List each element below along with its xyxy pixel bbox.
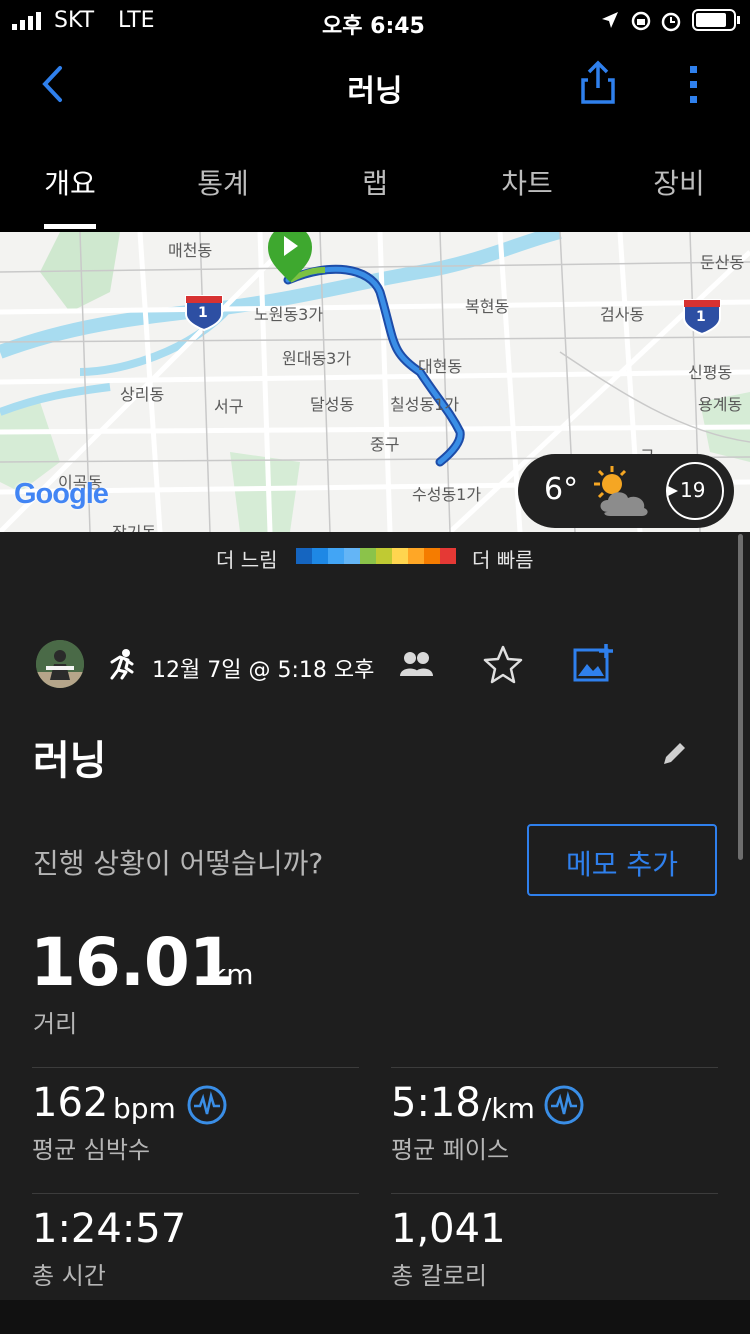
pace-color-scale bbox=[296, 548, 456, 564]
add-memo-label: 메모 추가 bbox=[566, 848, 678, 881]
map-label: 노원동3가 bbox=[254, 305, 324, 324]
heart-rate-label: 평균 심박수 bbox=[32, 1136, 151, 1164]
map-label: 중구 bbox=[370, 435, 400, 454]
pace-color-swatch bbox=[424, 548, 440, 564]
more-button[interactable] bbox=[684, 64, 704, 106]
tab-stats[interactable]: 통계 bbox=[148, 162, 298, 202]
orientation-lock-icon bbox=[630, 10, 652, 36]
pace-label: 평균 페이스 bbox=[391, 1136, 510, 1164]
clock: 오후 6:45 bbox=[322, 14, 425, 39]
bottom-bar bbox=[0, 1300, 750, 1334]
temperature: 6° bbox=[544, 472, 579, 507]
map-label: 원대동3가 bbox=[282, 349, 352, 368]
pace-color-swatch bbox=[360, 548, 376, 564]
map-label: 복현동 bbox=[465, 297, 510, 316]
calories-label: 총 칼로리 bbox=[391, 1262, 487, 1290]
map-label: 둔산동 bbox=[700, 253, 745, 272]
total-time-label: 총 시간 bbox=[32, 1262, 106, 1290]
pace-color-swatch bbox=[296, 548, 312, 564]
highway-number: 1 bbox=[198, 305, 208, 321]
pace-value: 5:18 bbox=[391, 1080, 481, 1126]
friends-button[interactable] bbox=[398, 648, 434, 684]
scroll-indicator[interactable] bbox=[738, 534, 743, 860]
tab-bar: 개요 통계 랩 차트 장비 bbox=[0, 132, 750, 232]
signal-icon bbox=[12, 12, 48, 34]
add-memo-button[interactable]: 메모 추가 bbox=[527, 824, 717, 896]
activity-date: 12월 7일 @ 5:18 오후 bbox=[152, 658, 375, 683]
divider bbox=[391, 1193, 718, 1194]
map-label: 수성동1가 bbox=[412, 485, 482, 504]
tab-gear[interactable]: 장비 bbox=[604, 162, 750, 202]
location-icon bbox=[600, 10, 620, 34]
share-button[interactable] bbox=[578, 60, 618, 106]
battery-icon bbox=[692, 8, 742, 36]
map-label: 검사동 bbox=[600, 305, 645, 324]
tab-laps[interactable]: 랩 bbox=[300, 162, 450, 202]
pace-unit: /km bbox=[482, 1092, 535, 1125]
heart-rate-monitor-icon bbox=[186, 1084, 228, 1130]
pencil-icon bbox=[664, 743, 685, 764]
active-tab-indicator bbox=[44, 224, 96, 229]
wind-speed: 19 bbox=[680, 478, 706, 502]
map-label: 장기동 bbox=[112, 519, 156, 532]
total-time-value: 1:24:57 bbox=[32, 1206, 187, 1252]
edit-title-button[interactable] bbox=[660, 738, 690, 772]
heart-rate-unit: bpm bbox=[113, 1092, 176, 1125]
map-label: 매천동 bbox=[168, 241, 213, 260]
add-photo-icon bbox=[573, 644, 613, 682]
alarm-icon bbox=[660, 10, 682, 36]
google-logo: Google bbox=[14, 478, 109, 510]
more-vertical-icon bbox=[690, 66, 697, 103]
status-bar: SKT LTE 오후 6:45 bbox=[0, 0, 750, 42]
partly-cloudy-icon bbox=[590, 464, 656, 524]
map-label: 용계동 bbox=[698, 395, 743, 414]
legend-fast-label: 더 빠름 bbox=[472, 548, 534, 572]
pace-legend: 더 느림 더 빠름 bbox=[0, 532, 750, 592]
progress-prompt: 진행 상황이 어떻습니까? bbox=[33, 847, 324, 880]
pace-color-swatch bbox=[408, 548, 424, 564]
wind-direction-icon bbox=[668, 486, 678, 496]
pace-color-swatch bbox=[344, 548, 360, 564]
tab-charts[interactable]: 차트 bbox=[452, 162, 602, 202]
map-label: 서구 bbox=[214, 397, 244, 416]
network-type: LTE bbox=[118, 8, 155, 33]
map-label: 대현동 bbox=[418, 357, 463, 376]
star-icon bbox=[483, 645, 523, 684]
pace-color-swatch bbox=[392, 548, 408, 564]
calories-value: 1,041 bbox=[391, 1206, 506, 1252]
distance-label: 거리 bbox=[33, 1010, 78, 1038]
heart-rate-value: 162 bbox=[32, 1080, 109, 1126]
wind-indicator: 19 bbox=[666, 462, 724, 520]
map-label: 달성동 bbox=[310, 395, 355, 414]
add-photo-button[interactable] bbox=[572, 642, 616, 688]
pace-color-swatch bbox=[440, 548, 456, 564]
page-title: 러닝 bbox=[347, 74, 403, 109]
pace-monitor-icon bbox=[543, 1084, 585, 1130]
divider bbox=[32, 1067, 359, 1068]
distance-value: 16.01 bbox=[30, 924, 235, 1001]
avatar[interactable] bbox=[36, 640, 84, 688]
route-map[interactable]: 매천동 노원동3가 원대동3가 복현동 검사동 둔산동 상리동 서구 달성동 대… bbox=[0, 232, 750, 532]
weather-widget[interactable]: 6° 19 bbox=[518, 454, 734, 528]
map-label: 상리동 bbox=[120, 385, 165, 404]
pace-color-swatch bbox=[312, 548, 328, 564]
share-icon bbox=[581, 60, 615, 104]
map-label: 신평동 bbox=[688, 363, 733, 382]
people-icon bbox=[400, 652, 433, 676]
nav-bar: 러닝 bbox=[0, 42, 750, 132]
pace-color-swatch bbox=[376, 548, 392, 564]
divider bbox=[32, 1193, 359, 1194]
carrier: SKT bbox=[54, 8, 95, 33]
highway-number: 1 bbox=[696, 309, 706, 325]
favorite-button[interactable] bbox=[482, 644, 524, 688]
map-label: 칠성동1가 bbox=[390, 395, 460, 414]
legend-slow-label: 더 느림 bbox=[216, 548, 278, 572]
divider bbox=[391, 1067, 718, 1068]
avatar-image bbox=[36, 640, 84, 688]
pace-color-swatch bbox=[328, 548, 344, 564]
running-icon bbox=[106, 648, 136, 684]
tab-overview[interactable]: 개요 bbox=[0, 162, 145, 202]
distance-unit: km bbox=[210, 958, 254, 991]
activity-title: 러닝 bbox=[33, 738, 107, 784]
